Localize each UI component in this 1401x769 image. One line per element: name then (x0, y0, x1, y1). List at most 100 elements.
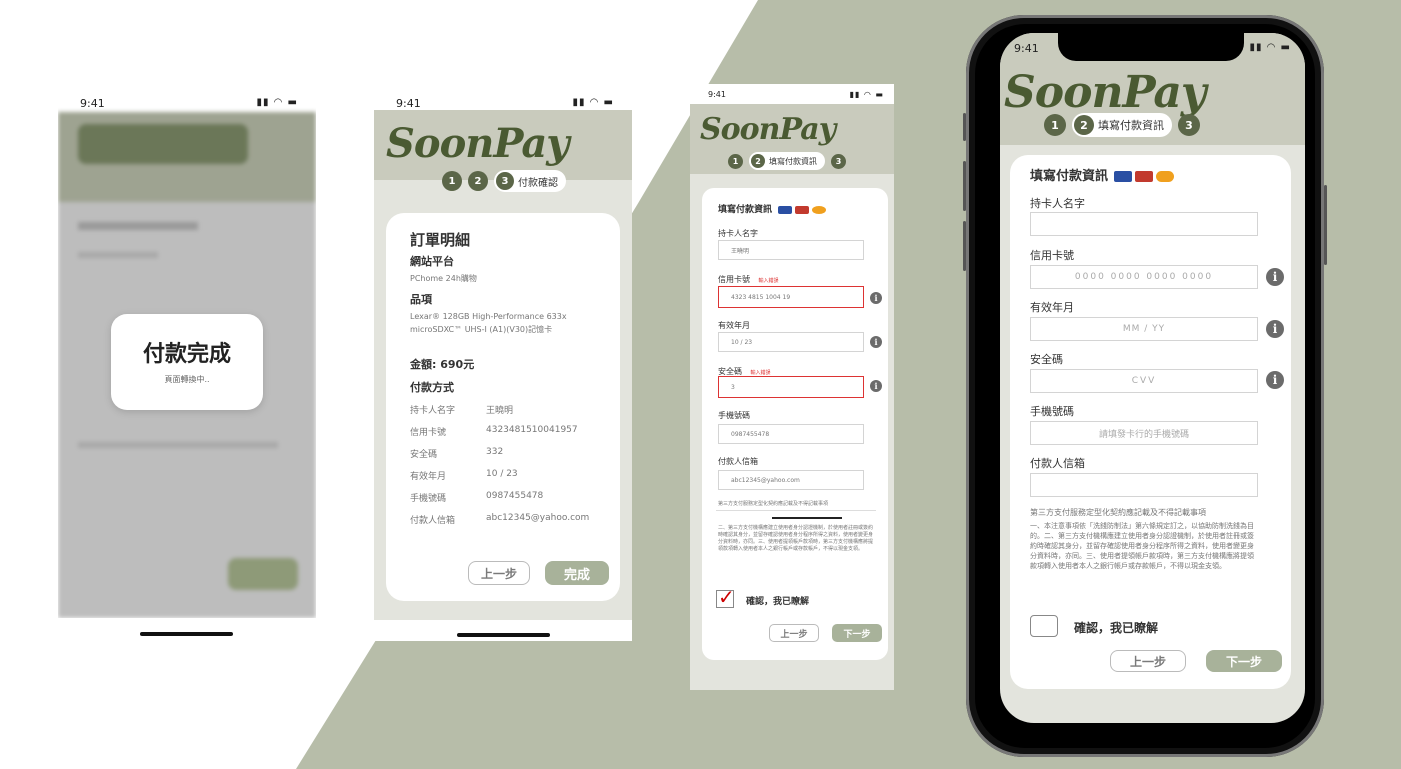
power-button (1324, 185, 1327, 265)
terms-scroll-box[interactable]: 二、第三方支付機構應建立使用者身分認證機制，於使用者註冊或簽約時確認其身分，並留… (716, 510, 876, 570)
step-indicator: 1 2 填寫付款資訊 3 (728, 152, 846, 170)
volume-button (963, 221, 966, 271)
detail-key: 持卡人名字 (410, 406, 456, 416)
order-heading: 訂單明細 (410, 231, 471, 249)
step-2: 2 (468, 171, 488, 191)
site-value: PChome 24h購物 (410, 274, 477, 283)
detail-key: 付款人信箱 (410, 516, 456, 526)
back-button[interactable]: 上一步 (468, 561, 530, 585)
step-indicator: 1 2 3 付款確認 (442, 170, 566, 192)
card-number-field[interactable]: 0000 0000 0000 0000 (1030, 265, 1258, 289)
expiry-field[interactable]: MM / YY (1030, 317, 1258, 341)
form-card: 填寫付款資訊 持卡人名字 信用卡號 0000 0000 0000 0000 i … (1010, 155, 1291, 689)
detail-key: 有效年月 (410, 472, 447, 482)
confirm-checkbox[interactable] (1030, 615, 1058, 637)
cvv-info-icon[interactable]: i (870, 380, 882, 392)
header: SoonPay 1 2 3 付款確認 訂單明細 網站平台 PChome 24h購物… (374, 110, 632, 620)
expiry-field[interactable]: 10 / 23 (718, 332, 864, 352)
step-1: 1 (728, 153, 743, 169)
detail-value: 332 (486, 447, 504, 457)
expiry-info-icon[interactable]: i (1266, 320, 1284, 338)
card-label: 信用卡號 (1030, 249, 1074, 262)
signal-wifi-battery-icon: ▮▮ ◠ ▬ (572, 97, 614, 108)
card-label: 信用卡號 輸入錯誤 (718, 275, 779, 284)
card-error: 輸入錯誤 (758, 278, 779, 284)
cvv-info-icon[interactable]: i (1266, 371, 1284, 389)
expiry-info-icon[interactable]: i (870, 336, 882, 348)
card-logos-icon (778, 205, 827, 214)
detail-key: 安全碼 (410, 450, 438, 460)
card-info-icon[interactable]: i (1266, 268, 1284, 286)
signal-wifi-battery-icon: ▮▮ ◠ ▬ (849, 90, 884, 99)
expiry-label: 有效年月 (718, 321, 750, 330)
phone-field[interactable]: 請填發卡行的手機號碼 (1030, 421, 1258, 445)
step-3: 3 (1178, 114, 1200, 136)
step-1: 1 (442, 171, 462, 191)
phone-field[interactable]: 0987455478 (718, 424, 864, 444)
next-button[interactable]: 下一步 (1206, 650, 1282, 672)
detail-value: 4323481510041957 (486, 425, 578, 435)
email-label: 付款人信箱 (718, 457, 758, 466)
home-indicator (140, 632, 233, 636)
form-title: 填寫付款資訊 (718, 202, 827, 215)
screen-order-confirm: 9:41 ▮▮ ◠ ▬ SoonPay 1 2 3 付款確認 訂單明細 網站平台 P… (374, 88, 632, 641)
home-indicator (457, 633, 550, 637)
terms-title: 第三方支付服務定型化契約應記載及不得記載事項 (718, 501, 829, 507)
dialog-title: 付款完成 (142, 342, 231, 367)
email-label: 付款人信箱 (1030, 457, 1085, 470)
cvv-field[interactable]: 3 (718, 376, 864, 398)
dialog-subtitle: 頁面轉換中.. (164, 375, 210, 384)
form-title: 填寫付款資訊 (1030, 165, 1175, 184)
terms-body[interactable]: 一、本注意事項依「洗錢防制法」第六條規定訂之，以協助防制洗錢為目的。二、第三方支… (1030, 521, 1260, 571)
brand-logo: SoonPay (1004, 67, 1206, 118)
screen-fill-error: 9:41 ▮▮ ◠ ▬ SoonPay 1 2 填寫付款資訊 3 填寫付款資訊 持卡… (690, 84, 894, 690)
detail-key: 信用卡號 (410, 428, 447, 438)
detail-value: 0987455478 (486, 491, 544, 501)
site-label: 網站平台 (410, 255, 454, 268)
back-button[interactable]: 上一步 (769, 624, 819, 642)
screen-fill-form: 9:41 ▮▮ ◠ ▬ SoonPay 1 2 填寫付款資訊 3 填寫付款資訊 持卡… (1000, 33, 1305, 723)
confirm-label: 確認，我已瞭解 (1074, 621, 1159, 635)
email-field[interactable]: abc12345@yahoo.com (718, 470, 864, 490)
form-card: 填寫付款資訊 持卡人名字 王曉明 信用卡號 輸入錯誤 4323 4815 100… (702, 188, 888, 660)
name-field[interactable]: 王曉明 (718, 240, 864, 260)
item-label: 品項 (410, 293, 432, 306)
amount: 金額: 690元 (410, 358, 475, 371)
method-label: 付款方式 (410, 381, 454, 394)
screen-payment-done: 9:41 ▮▮ ◠ ▬ 付款完成 頁面轉換中.. (58, 88, 316, 618)
next-button[interactable]: 下一步 (832, 624, 882, 642)
step-2-active: 2 填寫付款資訊 (749, 152, 825, 170)
notch (1058, 33, 1244, 61)
terms-scrollbar[interactable] (772, 517, 842, 519)
name-label: 持卡人名字 (1030, 197, 1085, 210)
status-bar: 9:41 ▮▮ ◠ ▬ (80, 97, 298, 110)
order-card: 訂單明細 網站平台 PChome 24h購物 品項 Lexar® 128GB H… (386, 213, 620, 601)
volume-button (963, 161, 966, 211)
detail-value: abc12345@yahoo.com (486, 513, 590, 523)
item-value: Lexar® 128GB High-Performance 633x micro… (410, 312, 567, 334)
phone-label: 手機號碼 (1030, 405, 1074, 418)
side-button (963, 113, 966, 141)
step-indicator: 1 2 填寫付款資訊 3 (1044, 113, 1200, 137)
step-3: 3 (831, 153, 846, 169)
back-button[interactable]: 上一步 (1110, 650, 1186, 672)
card-logos-icon (1114, 171, 1175, 182)
name-label: 持卡人名字 (718, 229, 758, 238)
signal-wifi-battery-icon: ▮▮ ◠ ▬ (256, 97, 298, 108)
signal-wifi-battery-icon: ▮▮ ◠ ▬ (1249, 42, 1291, 53)
card-info-icon[interactable]: i (870, 292, 882, 304)
confirm-label: 確認，我已瞭解 (746, 597, 810, 607)
email-field[interactable] (1030, 473, 1258, 497)
detail-value: 10 / 23 (486, 469, 518, 479)
confirm-checkbox[interactable]: ✓ (716, 585, 735, 609)
payment-done-dialog: 付款完成 頁面轉換中.. (111, 314, 263, 410)
name-field[interactable] (1030, 212, 1258, 236)
done-button[interactable]: 完成 (545, 561, 609, 585)
status-bar: 9:41 ▮▮ ◠ ▬ (396, 97, 614, 110)
step-2-active: 2 填寫付款資訊 (1072, 113, 1172, 137)
card-number-field[interactable]: 4323 4815 1004 19 (718, 286, 864, 308)
detail-key: 手機號碼 (410, 494, 447, 504)
expiry-label: 有效年月 (1030, 301, 1074, 314)
brand-logo: SoonPay (700, 112, 836, 147)
cvv-field[interactable]: CVV (1030, 369, 1258, 393)
